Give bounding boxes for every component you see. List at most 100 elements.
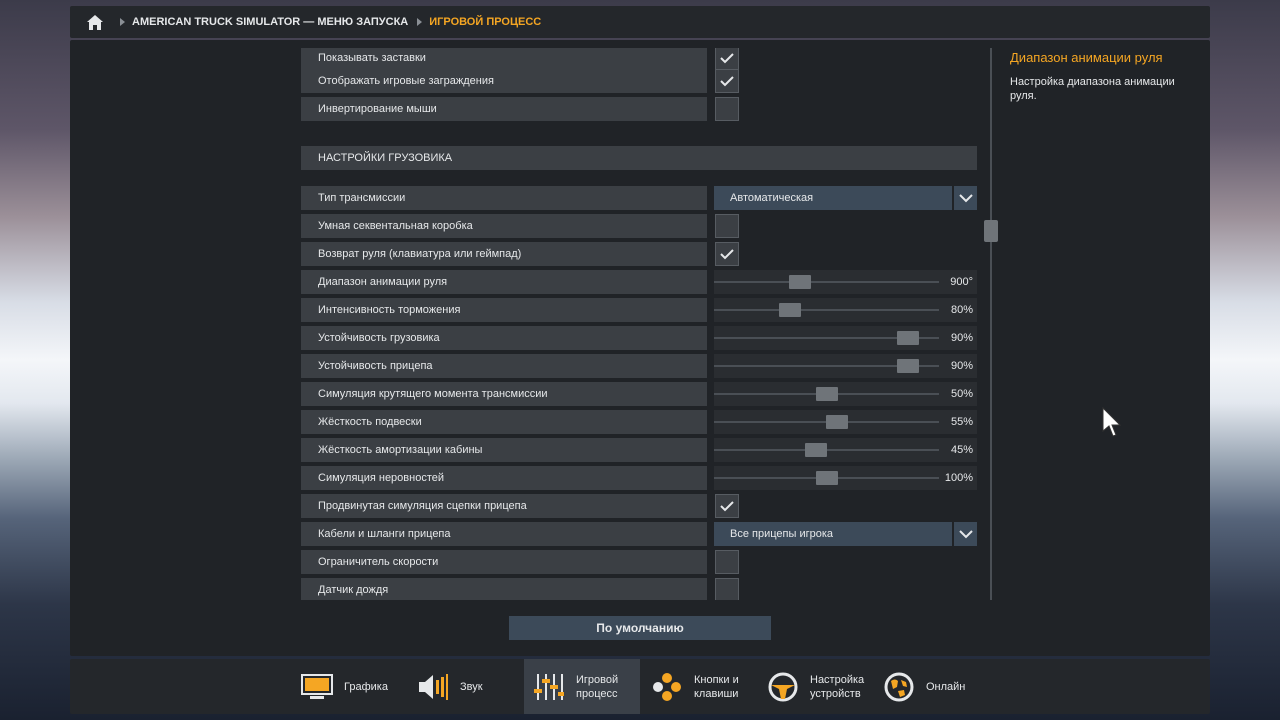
reset-defaults-button[interactable]: По умолчанию	[509, 616, 771, 640]
tab-label: Графика	[344, 680, 388, 693]
setting-row-slider: Симуляция неровностей 100%	[301, 466, 977, 490]
speaker-icon	[416, 670, 450, 704]
setting-label: Кабели и шланги прицепа	[301, 522, 707, 546]
globe-icon	[882, 670, 916, 704]
settings-list: Показывать заставки Отображать игровые з…	[301, 48, 977, 600]
slider[interactable]	[714, 466, 939, 490]
setting-row-speed-limiter: Ограничитель скорости	[301, 550, 977, 574]
setting-label: Симуляция крутящего момента трансмиссии	[301, 382, 707, 406]
setting-label: Показывать заставки	[301, 48, 707, 70]
tab-controls[interactable]: Кнопки и клавиши	[648, 659, 758, 714]
tab-graphics[interactable]: Графика	[298, 659, 408, 714]
show-intros-checkbox[interactable]	[715, 48, 739, 70]
tab-label: Настройка устройств	[810, 673, 865, 700]
scrollbar-thumb[interactable]	[984, 220, 998, 242]
slider[interactable]	[714, 326, 939, 350]
chevron-right-icon	[120, 18, 125, 26]
setting-row-invert-mouse: Инвертирование мыши	[301, 97, 977, 121]
help-description: Настройка диапазона анимации руля.	[1010, 76, 1175, 102]
breadcrumb-item-launch-menu[interactable]: AMERICAN TRUCK SIMULATOR — МЕНЮ ЗАПУСКА	[132, 16, 408, 28]
checkmark-icon	[720, 501, 734, 512]
slider-value: 55%	[939, 410, 977, 434]
tab-label: Кнопки и клавиши	[694, 673, 739, 700]
checkmark-icon	[720, 76, 734, 87]
setting-label: Симуляция неровностей	[301, 466, 707, 490]
setting-row-slider: Жёсткость подвески 55%	[301, 410, 977, 434]
barriers-checkbox[interactable]	[715, 69, 739, 93]
setting-row-rain-sensor: Датчик дождя	[301, 578, 977, 600]
slider[interactable]	[714, 354, 939, 378]
setting-label: Ограничитель скорости	[301, 550, 707, 574]
setting-row-slider: Диапазон анимации руля 900°	[301, 270, 977, 294]
slider[interactable]	[714, 410, 939, 434]
tab-online[interactable]: Онлайн	[880, 659, 980, 714]
tab-sound[interactable]: Звук	[414, 659, 524, 714]
slider-thumb[interactable]	[816, 387, 838, 401]
setting-row-smart-gearbox: Умная секвентальная коробка	[301, 214, 977, 238]
steering-return-checkbox[interactable]	[715, 242, 739, 266]
chevron-right-icon	[417, 18, 423, 26]
tab-gameplay[interactable]: Игровой процесс	[524, 659, 640, 714]
section-header-truck: НАСТРОЙКИ ГРУЗОВИКА	[301, 146, 977, 170]
speed-limiter-checkbox[interactable]	[715, 550, 739, 574]
setting-row-cables: Кабели и шланги прицепа Все прицепы игро…	[301, 522, 977, 546]
setting-label: Умная секвентальная коробка	[301, 214, 707, 238]
tab-label: Звук	[460, 680, 483, 693]
setting-label: Тип трансмиссии	[301, 186, 707, 210]
chevron-down-icon	[958, 529, 973, 538]
slider-thumb[interactable]	[826, 415, 848, 429]
slider-value: 900°	[939, 270, 977, 294]
slider-thumb[interactable]	[805, 443, 827, 457]
setting-row-show-intros: Показывать заставки	[301, 48, 977, 70]
transmission-dropdown-button[interactable]	[954, 186, 977, 210]
invert-mouse-checkbox[interactable]	[715, 97, 739, 121]
slider-thumb[interactable]	[897, 331, 919, 345]
scrollbar-track[interactable]	[990, 48, 992, 600]
setting-label: Устойчивость грузовика	[301, 326, 707, 350]
cables-dropdown-button[interactable]	[954, 522, 977, 546]
setting-row-slider: Интенсивность торможения 80%	[301, 298, 977, 322]
slider-value: 50%	[939, 382, 977, 406]
slider[interactable]	[714, 298, 939, 322]
transmission-select[interactable]: Автоматическая	[714, 186, 952, 210]
slider-line	[714, 281, 939, 283]
slider-thumb[interactable]	[816, 471, 838, 485]
rain-sensor-checkbox[interactable]	[715, 578, 739, 600]
cables-select[interactable]: Все прицепы игрока	[714, 522, 952, 546]
checkmark-icon	[720, 249, 734, 260]
setting-row-slider: Устойчивость прицепа 90%	[301, 354, 977, 378]
advanced-coupling-checkbox[interactable]	[715, 494, 739, 518]
setting-row-transmission: Тип трансмиссии Автоматическая	[301, 186, 977, 210]
setting-label: Инвертирование мыши	[301, 97, 707, 121]
setting-row-slider: Жёсткость амортизации кабины 45%	[301, 438, 977, 462]
setting-label: Жёсткость амортизации кабины	[301, 438, 707, 462]
home-button[interactable]	[70, 6, 120, 38]
setting-label: Диапазон анимации руля	[301, 270, 707, 294]
setting-row-steering-return: Возврат руля (клавиатура или геймпад)	[301, 242, 977, 266]
setting-label: Жёсткость подвески	[301, 410, 707, 434]
slider[interactable]	[714, 270, 939, 294]
setting-label: Продвинутая симуляция сцепки прицепа	[301, 494, 707, 518]
steering-wheel-icon	[766, 670, 800, 704]
mouse-cursor-icon	[1102, 407, 1122, 437]
home-icon	[87, 14, 103, 30]
setting-row-barriers: Отображать игровые заграждения	[301, 69, 977, 93]
slider-thumb[interactable]	[897, 359, 919, 373]
setting-row-advanced-coupling: Продвинутая симуляция сцепки прицепа	[301, 494, 977, 518]
settings-tab-bar: Графика Звук Игровой процесс Кнопки и кл…	[70, 659, 1210, 714]
slider-line	[714, 309, 939, 311]
setting-row-slider: Устойчивость грузовика 90%	[301, 326, 977, 350]
tab-devices[interactable]: Настройка устройств	[764, 659, 874, 714]
sliders-icon	[532, 670, 566, 704]
setting-label: Интенсивность торможения	[301, 298, 707, 322]
settings-panel: Показывать заставки Отображать игровые з…	[70, 40, 1210, 656]
slider-value: 100%	[939, 466, 977, 490]
slider-thumb[interactable]	[789, 275, 811, 289]
chevron-down-icon	[958, 193, 973, 202]
slider[interactable]	[714, 382, 939, 406]
slider[interactable]	[714, 438, 939, 462]
slider-thumb[interactable]	[779, 303, 801, 317]
gamepad-icon	[650, 670, 684, 704]
setting-label: Устойчивость прицепа	[301, 354, 707, 378]
smart-gearbox-checkbox[interactable]	[715, 214, 739, 238]
